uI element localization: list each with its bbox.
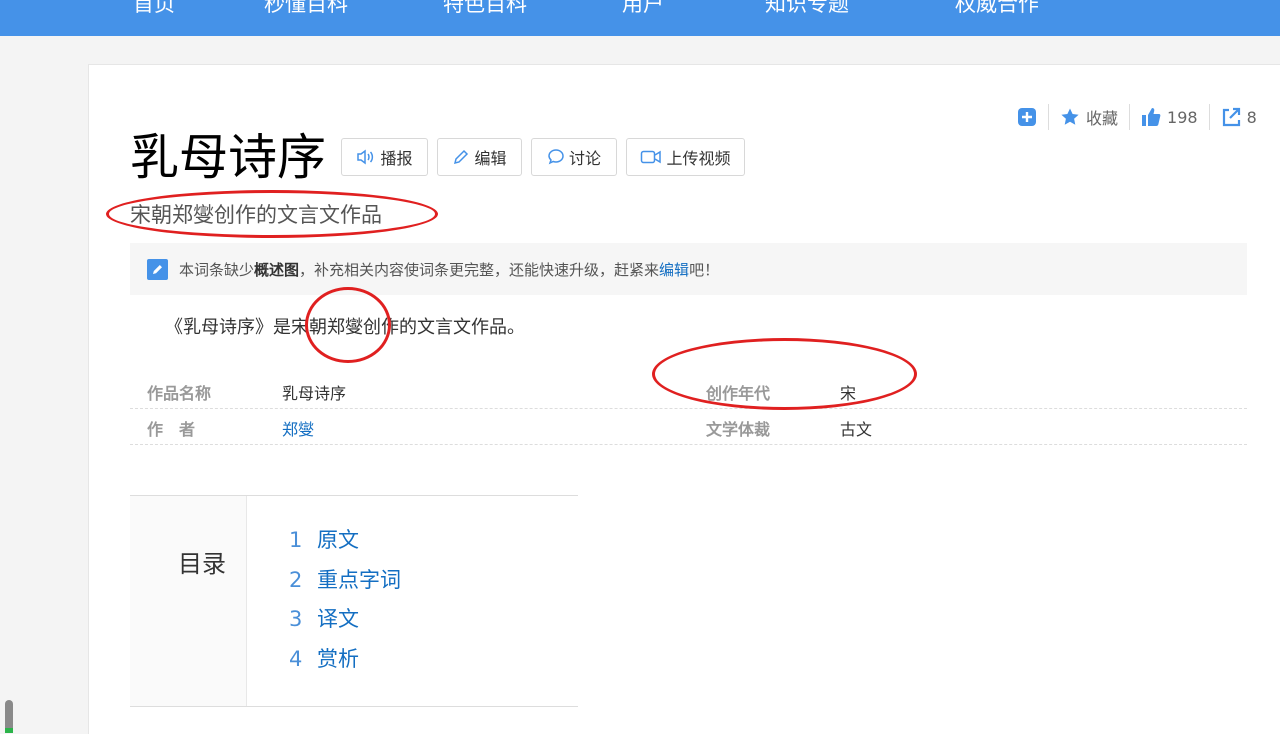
toc-item-label: 重点字词	[317, 568, 401, 592]
info-key: 作品名称	[147, 384, 212, 403]
toc-item-number: 2	[289, 568, 303, 592]
share-count: 8	[1246, 107, 1257, 127]
toc-title: 目录	[178, 550, 226, 578]
toc-item[interactable]: 3 译文	[289, 603, 359, 633]
speech-bubble-icon	[548, 149, 564, 165]
divider	[1129, 104, 1131, 130]
nav-item-user[interactable]: 用户	[622, 0, 664, 18]
entry-summary: 《乳母诗序》是宋朝郑燮创作的文言文作品。	[165, 317, 525, 338]
nav-item-topics[interactable]: 知识专题	[765, 0, 849, 18]
discuss-label: 讨论	[568, 149, 601, 168]
collect-label: 收藏	[1086, 109, 1119, 128]
toc-item-number: 3	[289, 607, 303, 631]
collect-button[interactable]: 收藏	[1060, 105, 1118, 129]
info-value: 乳母诗序	[282, 384, 347, 403]
toc-item[interactable]: 1 原文	[289, 524, 359, 554]
toc-item-number: 1	[289, 528, 303, 552]
info-key: 创作年代	[706, 384, 771, 403]
scroll-indicator	[5, 728, 13, 733]
share-icon	[1222, 107, 1240, 127]
pencil-icon	[454, 149, 469, 165]
info-key: 文学体裁	[706, 420, 771, 439]
entry-subtitle: 宋朝郑燮创作的文言文作品	[130, 203, 382, 227]
share-button[interactable]: 8	[1221, 107, 1257, 127]
info-row: 作 者 郑燮 文学体裁 古文	[130, 408, 1247, 445]
star-icon	[1061, 108, 1079, 125]
add-button[interactable]	[1017, 107, 1037, 127]
author-link[interactable]: 郑燮	[282, 416, 314, 440]
notice-bold: 概述图	[254, 260, 300, 279]
toc-item[interactable]: 2 重点字词	[289, 564, 401, 594]
speaker-icon	[357, 149, 374, 165]
broadcast-button[interactable]: 播报	[341, 138, 428, 176]
nav-item-miaodong[interactable]: 秒懂百科	[264, 0, 348, 18]
video-camera-icon	[641, 150, 662, 164]
info-value: 古文	[840, 420, 873, 439]
toc-side-panel	[130, 496, 247, 706]
toc-item-label: 赏析	[317, 647, 359, 671]
info-row: 作品名称 乳母诗序 创作年代 宋	[130, 372, 1247, 409]
toc-item-number: 4	[289, 647, 303, 671]
like-button[interactable]: 198	[1141, 107, 1198, 127]
nav-item-featured[interactable]: 特色百科	[443, 0, 527, 18]
plus-square-icon	[1018, 108, 1036, 126]
nav-item-home[interactable]: 首页	[133, 0, 175, 18]
edit-button[interactable]: 编辑	[437, 138, 522, 176]
notice-suffix: 吧！	[689, 260, 720, 279]
info-key: 作 者	[147, 420, 196, 439]
broadcast-label: 播报	[380, 149, 413, 168]
page-title: 乳母诗序	[130, 129, 327, 186]
notice-prefix: 本词条缺少	[179, 260, 255, 279]
table-of-contents: 目录 1 原文 2 重点字词 3 译文 4 赏析	[130, 495, 578, 707]
upload-video-label: 上传视频	[666, 149, 731, 168]
edit-note-icon	[147, 258, 168, 280]
notice-edit-link[interactable]: 编辑	[659, 259, 689, 280]
thumbs-up-icon	[1142, 108, 1161, 126]
discuss-button[interactable]: 讨论	[531, 138, 617, 176]
missing-image-notice: 本词条缺少 概述图 ，补充相关内容使词条更完整，还能快速升级，赶紧来 编辑 吧！	[130, 243, 1247, 295]
info-value: 宋	[840, 384, 857, 403]
divider	[1048, 104, 1049, 130]
divider	[1208, 104, 1210, 130]
toc-item[interactable]: 4 赏析	[289, 643, 359, 673]
toc-item-label: 原文	[317, 528, 359, 552]
like-count: 198	[1167, 107, 1198, 127]
entry-actions: 收藏 198 8	[1017, 104, 1257, 130]
edit-label: 编辑	[474, 149, 507, 168]
nav-item-partners[interactable]: 权威合作	[955, 0, 1039, 18]
top-nav-bar: 首页 秒懂百科 特色百科 用户 知识专题 权威合作	[0, 0, 1280, 36]
toc-item-label: 译文	[317, 607, 359, 631]
upload-video-button[interactable]: 上传视频	[626, 138, 745, 176]
notice-middle: ，补充相关内容使词条更完整，还能快速升级，赶紧来	[299, 260, 660, 279]
